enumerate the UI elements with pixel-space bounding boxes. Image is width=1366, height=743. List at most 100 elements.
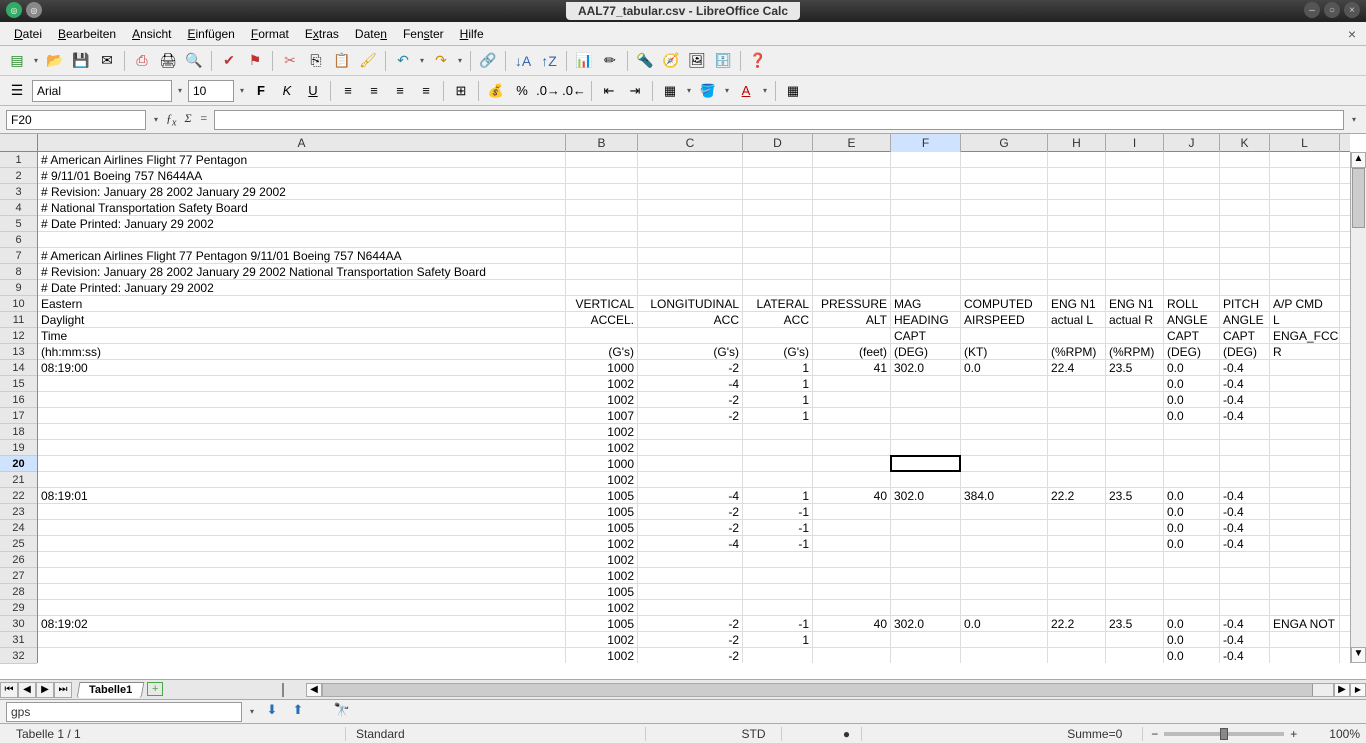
cell-D15[interactable]: 1	[743, 376, 813, 392]
cell-J22[interactable]: 0.0	[1164, 488, 1220, 504]
cell-F1[interactable]	[891, 152, 961, 168]
cell-G26[interactable]	[961, 552, 1048, 568]
cell-C16[interactable]: -2	[638, 392, 743, 408]
cell-D22[interactable]: 1	[743, 488, 813, 504]
cell-H29[interactable]	[1048, 600, 1106, 616]
row-header-7[interactable]: 7	[0, 248, 37, 264]
cell-I15[interactable]	[1106, 376, 1164, 392]
cell-J17[interactable]: 0.0	[1164, 408, 1220, 424]
cell-J29[interactable]	[1164, 600, 1220, 616]
cell-I21[interactable]	[1106, 472, 1164, 488]
undo-dropdown[interactable]: ▾	[418, 56, 426, 65]
cell-A27[interactable]	[38, 568, 566, 584]
status-style[interactable]: Standard	[346, 727, 646, 741]
cell-J8[interactable]	[1164, 264, 1220, 280]
cell-G9[interactable]	[961, 280, 1048, 296]
cell-A29[interactable]	[38, 600, 566, 616]
cell-K8[interactable]	[1220, 264, 1270, 280]
cell-B5[interactable]	[566, 216, 638, 232]
cell-F30[interactable]: 302.0	[891, 616, 961, 632]
gridlines-button[interactable]: ▦	[782, 80, 804, 102]
cell-A19[interactable]	[38, 440, 566, 456]
cell-A12[interactable]: Time	[38, 328, 566, 344]
cell-H24[interactable]	[1048, 520, 1106, 536]
cell-C19[interactable]	[638, 440, 743, 456]
cell-B10[interactable]: VERTICAL	[566, 296, 638, 312]
cell-E5[interactable]	[813, 216, 891, 232]
cell-L25[interactable]	[1270, 536, 1340, 552]
cell-L11[interactable]: L	[1270, 312, 1340, 328]
cell-K27[interactable]	[1220, 568, 1270, 584]
cell-F32[interactable]	[891, 648, 961, 663]
cell-D25[interactable]: -1	[743, 536, 813, 552]
cell-G31[interactable]	[961, 632, 1048, 648]
cell-F16[interactable]	[891, 392, 961, 408]
cell-F24[interactable]	[891, 520, 961, 536]
cell-L10[interactable]: A/P CMD	[1270, 296, 1340, 312]
cell-L3[interactable]	[1270, 184, 1340, 200]
cell-E2[interactable]	[813, 168, 891, 184]
cell-H11[interactable]: actual L	[1048, 312, 1106, 328]
cell-B14[interactable]: 1000	[566, 360, 638, 376]
cell-B26[interactable]: 1002	[566, 552, 638, 568]
cell-I7[interactable]	[1106, 248, 1164, 264]
cell-G27[interactable]	[961, 568, 1048, 584]
cell-B20[interactable]: 1000	[566, 456, 638, 472]
cell-K3[interactable]	[1220, 184, 1270, 200]
cell-E22[interactable]: 40	[813, 488, 891, 504]
cell-B9[interactable]	[566, 280, 638, 296]
cell-B11[interactable]: ACCEL.	[566, 312, 638, 328]
row-header-27[interactable]: 27	[0, 568, 37, 584]
cell-K1[interactable]	[1220, 152, 1270, 168]
hyperlink-icon[interactable]: 🔗	[477, 50, 499, 72]
cell-F23[interactable]	[891, 504, 961, 520]
cell-L1[interactable]	[1270, 152, 1340, 168]
cell-I32[interactable]	[1106, 648, 1164, 663]
cell-D20[interactable]	[743, 456, 813, 472]
formula-expand-icon[interactable]: ▾	[1350, 115, 1358, 124]
cell-I18[interactable]	[1106, 424, 1164, 440]
col-header-K[interactable]: K	[1220, 134, 1270, 152]
cell-L17[interactable]	[1270, 408, 1340, 424]
cell-B4[interactable]	[566, 200, 638, 216]
cell-L22[interactable]	[1270, 488, 1340, 504]
cell-I4[interactable]	[1106, 200, 1164, 216]
new-doc-icon[interactable]: ▤	[6, 50, 28, 72]
row-header-15[interactable]: 15	[0, 376, 37, 392]
cell-I26[interactable]	[1106, 552, 1164, 568]
cell-D30[interactable]: -1	[743, 616, 813, 632]
cell-L18[interactable]	[1270, 424, 1340, 440]
cell-L24[interactable]	[1270, 520, 1340, 536]
print-preview-icon[interactable]: 🔍	[183, 50, 205, 72]
cell-C29[interactable]	[638, 600, 743, 616]
cell-C27[interactable]	[638, 568, 743, 584]
menu-datei[interactable]: Datei	[6, 24, 50, 44]
cell-I20[interactable]	[1106, 456, 1164, 472]
cell-J27[interactable]	[1164, 568, 1220, 584]
cell-J9[interactable]	[1164, 280, 1220, 296]
cell-K17[interactable]: -0.4	[1220, 408, 1270, 424]
cell-D3[interactable]	[743, 184, 813, 200]
scroll-left-icon[interactable]: ◀	[306, 683, 322, 697]
cell-I9[interactable]	[1106, 280, 1164, 296]
cell-B13[interactable]: (G's)	[566, 344, 638, 360]
doc-close-icon[interactable]: ×	[1348, 26, 1356, 42]
cell-H8[interactable]	[1048, 264, 1106, 280]
cell-K28[interactable]	[1220, 584, 1270, 600]
find-history-dropdown[interactable]: ▾	[248, 707, 256, 716]
col-header-D[interactable]: D	[743, 134, 813, 152]
cell-G12[interactable]	[961, 328, 1048, 344]
cell-H30[interactable]: 22.2	[1048, 616, 1106, 632]
cell-J19[interactable]	[1164, 440, 1220, 456]
menu-extras[interactable]: Extras	[297, 24, 347, 44]
cell-A14[interactable]: 08:19:00	[38, 360, 566, 376]
cell-D7[interactable]	[743, 248, 813, 264]
cell-B25[interactable]: 1002	[566, 536, 638, 552]
cell-C1[interactable]	[638, 152, 743, 168]
copy-icon[interactable]: ⎘	[305, 50, 327, 72]
cell-L9[interactable]	[1270, 280, 1340, 296]
cell-L8[interactable]	[1270, 264, 1340, 280]
cell-K4[interactable]	[1220, 200, 1270, 216]
cell-L28[interactable]	[1270, 584, 1340, 600]
find-all-icon[interactable]: 🔭	[332, 702, 352, 722]
